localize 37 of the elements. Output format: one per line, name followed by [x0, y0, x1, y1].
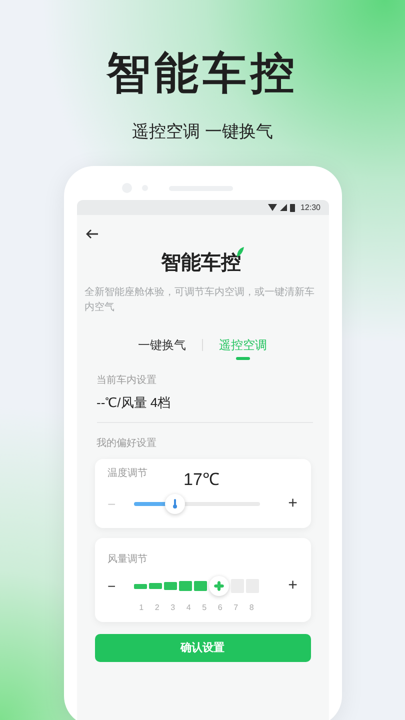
slider[interactable]: [134, 494, 260, 514]
level-label: 2: [154, 602, 160, 614]
wifi-icon: [268, 204, 278, 211]
subtitle: 遥控空调 一键换气: [132, 121, 273, 143]
plus-button[interactable]: +: [288, 492, 298, 516]
temperature-reading: 17℃: [184, 470, 220, 490]
level-label: 4: [185, 602, 192, 614]
card-label: 温度调节: [108, 467, 148, 481]
level-segment[interactable]: [178, 581, 192, 591]
level-label: 3: [170, 602, 176, 614]
headline: 智能车控: [106, 48, 298, 100]
status-time: 12:30: [300, 202, 320, 214]
battery-icon: [290, 204, 296, 212]
signal-icon: [280, 204, 288, 211]
level-label: 1: [138, 602, 145, 614]
card-label: 风量调节: [108, 554, 148, 565]
level-segment[interactable]: [134, 584, 147, 588]
level-segment[interactable]: [194, 580, 208, 592]
current-setting: --℃/风量 4档: [96, 394, 172, 412]
app-description: 全新智能座舱体验，可调节车内空调，或一键清新车内空气: [84, 286, 316, 315]
app-title: 智能车控: [161, 252, 241, 274]
level-label: 7: [232, 602, 240, 614]
section-label: 当前车内设置: [96, 374, 158, 388]
level-segment[interactable]: [164, 582, 177, 590]
level-label: 6: [216, 602, 224, 614]
level-label: 5: [201, 602, 208, 614]
level-label: 8: [248, 602, 255, 614]
level-segment[interactable]: [148, 582, 162, 590]
back-arrow-icon[interactable]: [84, 229, 98, 239]
minus-button[interactable]: −: [108, 576, 124, 596]
slider-thumb[interactable]: [165, 494, 186, 514]
slider-thumb[interactable]: [209, 576, 230, 596]
thermometer-icon: [172, 499, 178, 509]
fan-icon: [214, 581, 224, 591]
section-label: 我的偏好设置: [96, 437, 158, 451]
plus-button[interactable]: +: [288, 574, 298, 598]
tab[interactable]: 一键换气: [138, 337, 186, 360]
